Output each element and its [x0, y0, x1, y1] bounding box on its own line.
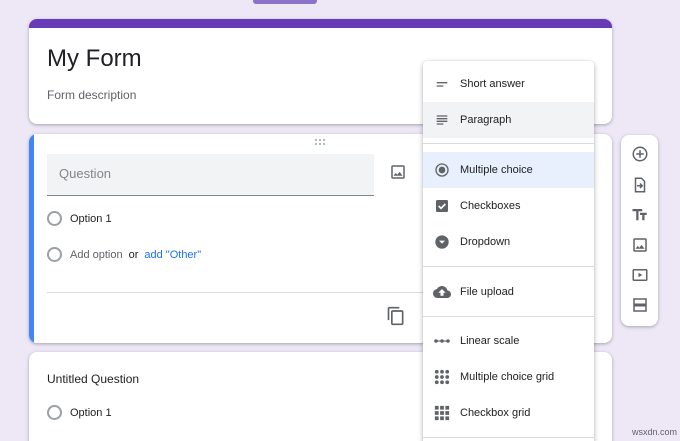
cloud-upload-icon: [432, 282, 452, 302]
menu-item-linear-scale[interactable]: Linear scale: [423, 323, 594, 359]
paragraph-icon: [432, 110, 452, 130]
option-row: Option 1: [47, 211, 112, 226]
menu-item-label: Checkbox grid: [460, 407, 531, 419]
menu-item-label: File upload: [460, 286, 514, 298]
add-video-icon[interactable]: [629, 264, 650, 285]
menu-divider: [423, 437, 594, 438]
grid-icon: [432, 403, 452, 423]
grid-icon: [432, 367, 452, 387]
option-label[interactable]: Option 1: [70, 407, 112, 419]
add-option-row: Add option or add "Other": [47, 247, 201, 262]
side-toolbar: [621, 135, 658, 326]
option-label[interactable]: Option 1: [70, 213, 112, 225]
menu-item-paragraph[interactable]: Paragraph: [423, 102, 594, 182]
tab-indicator: [253, 0, 317, 4]
active-indicator: [29, 134, 34, 343]
menu-item-dropdown[interactable]: Dropdown: [423, 224, 594, 260]
menu-item-label: Linear scale: [460, 335, 520, 347]
duplicate-icon[interactable]: [386, 306, 406, 326]
watermark: wsxdn.com: [632, 427, 678, 437]
menu-item-label: Dropdown: [460, 236, 511, 248]
menu-item-checkboxes[interactable]: Checkboxes: [423, 188, 594, 224]
option-row: Option 1: [47, 405, 112, 420]
add-image-icon[interactable]: [389, 163, 407, 181]
radio-button-icon: [47, 247, 62, 262]
menu-item-label: Multiple choice grid: [460, 371, 555, 383]
add-other-link[interactable]: add "Other": [144, 249, 201, 261]
add-title-icon[interactable]: [629, 204, 650, 225]
menu-item-label: Checkboxes: [460, 200, 521, 212]
menu-divider: [423, 316, 594, 317]
dropdown-icon: [432, 232, 452, 252]
add-option-link[interactable]: Add option: [70, 249, 123, 261]
radio-button-icon[interactable]: [47, 211, 62, 226]
add-section-icon[interactable]: [629, 294, 650, 315]
form-title[interactable]: My Form: [47, 45, 142, 73]
question-type-menu: Short answer Paragraph Multiple choice C…: [423, 61, 594, 441]
or-label: or: [128, 248, 139, 261]
menu-divider: [423, 266, 594, 267]
question-title[interactable]: Untitled Question: [47, 372, 139, 386]
menu-item-checkbox-grid[interactable]: Checkbox grid: [423, 395, 594, 431]
menu-item-multiple-choice-grid[interactable]: Multiple choice grid: [423, 359, 594, 395]
drag-handle-icon[interactable]: [312, 138, 328, 148]
menu-item-file-upload[interactable]: File upload: [423, 274, 594, 310]
add-image-icon[interactable]: [629, 234, 650, 255]
linear-scale-icon: [432, 331, 452, 351]
import-questions-icon[interactable]: [629, 174, 650, 195]
checkbox-icon: [432, 196, 452, 216]
menu-item-multiple-choice[interactable]: Multiple choice: [423, 152, 594, 188]
form-description[interactable]: Form description: [47, 88, 136, 102]
question-input[interactable]: Question: [47, 154, 374, 196]
add-question-icon[interactable]: [629, 143, 650, 164]
menu-item-short-answer[interactable]: Short answer: [423, 66, 594, 102]
menu-item-label: Paragraph: [460, 114, 512, 126]
menu-item-label: Short answer: [460, 78, 525, 90]
menu-divider: [423, 143, 594, 144]
radio-button-icon[interactable]: [47, 405, 62, 420]
radio-checked-icon: [432, 160, 452, 180]
menu-item-label: Multiple choice: [460, 164, 533, 176]
short-answer-icon: [432, 74, 452, 94]
